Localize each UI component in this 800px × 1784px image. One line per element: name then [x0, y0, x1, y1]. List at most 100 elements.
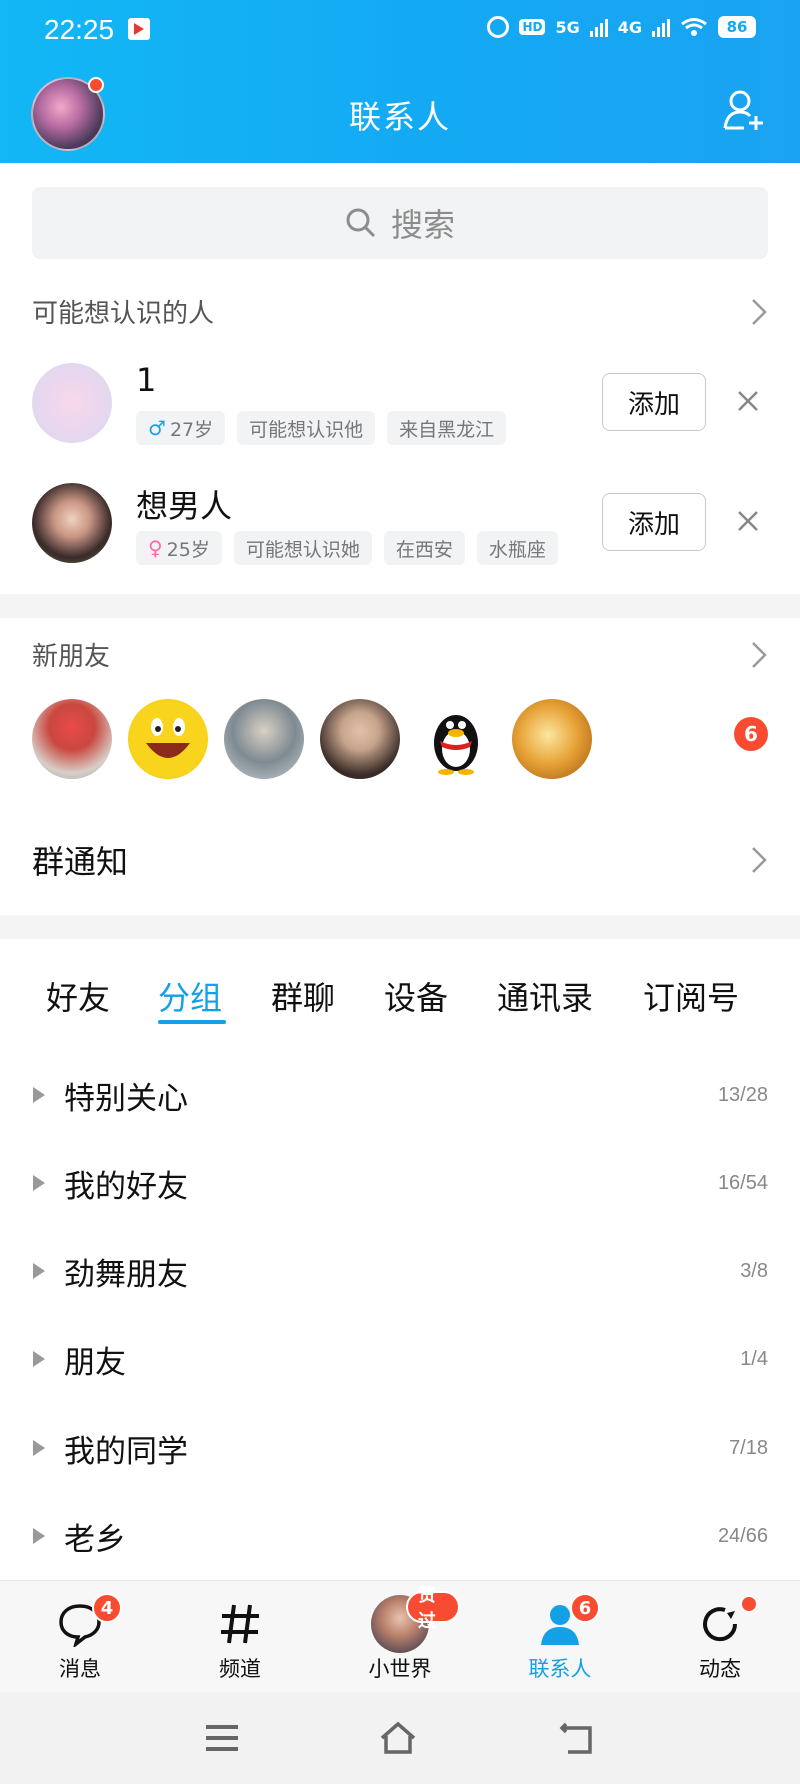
nav-messages[interactable]: 消息 4 — [20, 1581, 140, 1693]
status-bar: 22:25 HD 5G 4G 86 — [0, 0, 800, 60]
signal-icon-2 — [652, 17, 670, 37]
tab-subscriptions[interactable]: 订阅号 — [643, 973, 739, 1019]
nav-small-world[interactable]: 小世界 赞过 — [340, 1581, 460, 1693]
person-name: 1 — [136, 361, 157, 399]
tab-devices[interactable]: 设备 — [384, 973, 448, 1019]
section-divider — [0, 915, 800, 939]
age-tag: ♂ 27岁 — [136, 411, 226, 445]
network-4g-label: 4G — [617, 17, 642, 37]
group-row[interactable]: 我的同学 7/18 — [32, 1418, 768, 1478]
friend-avatar[interactable] — [320, 699, 400, 779]
tab-friends[interactable]: 好友 — [46, 973, 110, 1019]
tab-group-chats[interactable]: 群聊 — [271, 973, 335, 1019]
tab-groups[interactable]: 分组 — [158, 973, 222, 1019]
chevron-right-icon — [752, 298, 767, 325]
tag: 来自黑龙江 — [387, 411, 507, 445]
expand-triangle-icon — [33, 1440, 45, 1456]
person-name: 想男人 — [136, 487, 233, 525]
bottom-nav: 消息 4 频道 小世界 赞过 联系人 6 动态 — [0, 1580, 800, 1692]
group-count: 3/8 — [740, 1259, 768, 1282]
menu-icon[interactable] — [202, 1718, 242, 1758]
signal-icon — [589, 17, 608, 37]
group-row[interactable]: 朋友 1/4 — [32, 1329, 768, 1389]
tag: 可能想认识她 — [233, 531, 372, 565]
nav-moments[interactable]: 动态 — [660, 1581, 780, 1693]
search-icon — [346, 208, 376, 238]
battery-icon: 86 — [718, 16, 756, 38]
close-icon[interactable] — [736, 509, 760, 533]
recommend-header[interactable]: 可能想认识的人 — [32, 293, 768, 330]
group-row[interactable]: 劲舞朋友 3/8 — [32, 1241, 768, 1301]
smiley-avatar[interactable] — [128, 699, 208, 779]
age-tag: ♀ 25岁 — [136, 531, 222, 565]
unread-badge: 4 — [92, 1593, 122, 1623]
back-icon[interactable] — [558, 1718, 598, 1758]
nav-channels[interactable]: 频道 — [180, 1581, 300, 1693]
friend-avatar[interactable] — [512, 699, 592, 779]
nav-label: 动态 — [699, 1657, 741, 1681]
status-indicators: HD 5G 4G 86 — [487, 16, 756, 38]
nav-label: 联系人 — [528, 1657, 592, 1681]
person-tags: ♀ 25岁 可能想认识她 在西安 水瓶座 — [136, 531, 558, 565]
group-count: 24/66 — [717, 1524, 768, 1547]
nav-label: 消息 — [59, 1657, 101, 1681]
female-icon: ♀ — [148, 536, 163, 560]
friend-avatar[interactable] — [32, 699, 112, 779]
group-name: 老乡 — [64, 1521, 126, 1558]
add-friend-button[interactable]: 添加 — [602, 373, 706, 431]
wifi-icon — [681, 18, 707, 36]
friend-avatar[interactable] — [224, 699, 304, 779]
tag: 在西安 — [383, 531, 465, 565]
status-time: 22:25 — [44, 14, 115, 45]
contact-tabs: 好友 分组 群聊 设备 通讯录 订阅号 — [0, 973, 800, 1033]
group-notice-label: 群通知 — [32, 843, 129, 881]
video-app-notification-icon — [128, 18, 150, 40]
search-bar[interactable]: 搜索 — [32, 187, 768, 259]
page-title: 联系人 — [348, 98, 451, 136]
recommend-person[interactable]: 想男人 ♀ 25岁 可能想认识她 在西安 水瓶座 添加 — [32, 483, 768, 579]
group-row[interactable]: 我的好友 16/54 — [32, 1153, 768, 1213]
group-name: 朋友 — [64, 1344, 126, 1381]
group-name: 特别关心 — [64, 1080, 188, 1117]
person-avatar[interactable] — [32, 363, 112, 443]
penguin-avatar[interactable] — [416, 699, 496, 779]
expand-triangle-icon — [33, 1175, 45, 1191]
app-header: 22:25 HD 5G 4G 86 联系人 — [0, 0, 800, 163]
refresh-star-icon — [703, 1607, 738, 1642]
add-friend-button[interactable]: 添加 — [602, 493, 706, 551]
group-notice-row[interactable]: 群通知 — [32, 832, 768, 888]
new-friends-header[interactable]: 新朋友 — [32, 636, 768, 673]
expand-triangle-icon — [33, 1263, 45, 1279]
alarm-icon — [487, 16, 510, 38]
male-icon: ♂ — [148, 416, 166, 440]
new-friends-badge: 6 — [734, 717, 768, 751]
group-name: 劲舞朋友 — [64, 1256, 188, 1293]
group-row[interactable]: 特别关心 13/28 — [32, 1065, 768, 1125]
group-count: 7/18 — [729, 1436, 768, 1459]
unread-badge: 6 — [570, 1593, 600, 1623]
group-name: 我的好友 — [64, 1168, 188, 1205]
section-divider — [0, 594, 800, 618]
group-count: 16/54 — [717, 1171, 768, 1194]
hd-voice-icon: HD — [519, 19, 546, 35]
close-icon[interactable] — [736, 389, 760, 413]
group-row[interactable]: 老乡 24/66 — [32, 1506, 768, 1566]
add-contact-icon[interactable] — [722, 88, 766, 132]
search-placeholder: 搜索 — [390, 206, 455, 244]
person-avatar[interactable] — [32, 483, 112, 563]
network-5g-label: 5G — [555, 17, 580, 37]
tab-address-book[interactable]: 通讯录 — [497, 973, 593, 1019]
group-count: 1/4 — [740, 1347, 768, 1370]
expand-triangle-icon — [33, 1087, 45, 1103]
person-tags: ♂ 27岁 可能想认识他 来自黑龙江 — [136, 411, 507, 445]
expand-triangle-icon — [33, 1351, 45, 1367]
avatar-notification-dot — [88, 77, 104, 93]
recommend-person[interactable]: 1 ♂ 27岁 可能想认识他 来自黑龙江 添加 — [32, 361, 768, 459]
nav-contacts[interactable]: 联系人 6 — [500, 1581, 620, 1693]
new-activity-dot — [740, 1595, 758, 1613]
group-name: 我的同学 — [64, 1433, 188, 1470]
tag: 可能想认识他 — [237, 411, 376, 445]
home-icon[interactable] — [378, 1718, 418, 1758]
new-friends-avatars[interactable]: 6 — [32, 699, 768, 779]
recommend-title: 可能想认识的人 — [32, 299, 215, 329]
